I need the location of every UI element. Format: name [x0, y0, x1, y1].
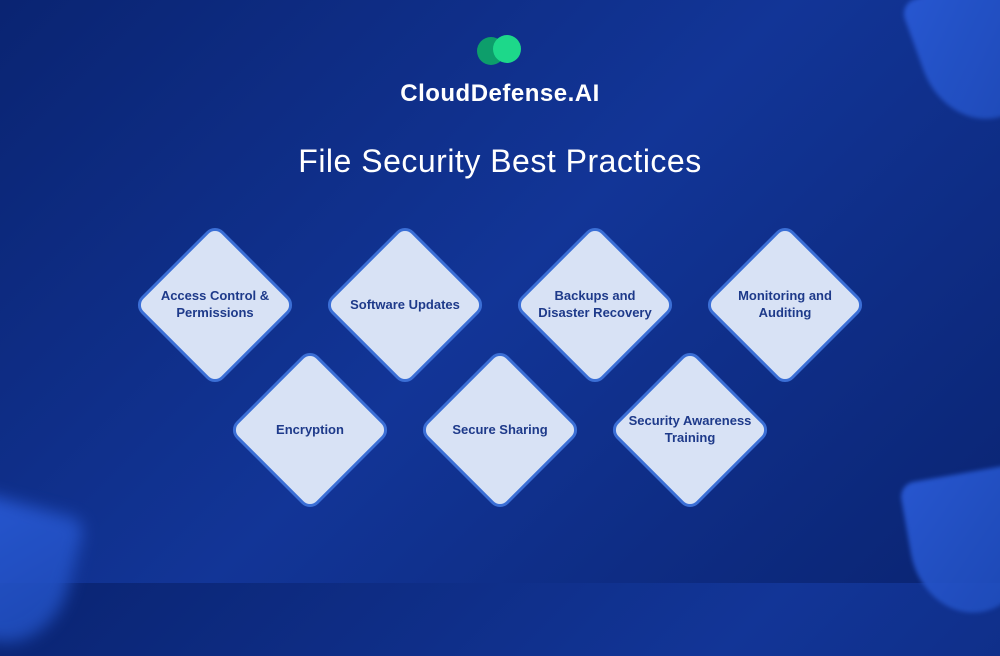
practice-item-encryption: Encryption: [230, 350, 390, 510]
page-title: File Security Best Practices: [0, 143, 1000, 180]
shield-decoration-bottom-left: [0, 490, 86, 656]
practice-label: Encryption: [276, 422, 344, 439]
practice-label: Software Updates: [350, 297, 460, 314]
practice-label: Access Control & Permissions: [150, 288, 280, 322]
brand-logo-icon: [475, 35, 525, 67]
practice-label: Backups and Disaster Recovery: [530, 288, 660, 322]
practice-item-security-training: Security Awareness Training: [610, 350, 770, 510]
practice-label: Secure Sharing: [452, 422, 547, 439]
brand-name: CloudDefense.AI: [0, 80, 1000, 108]
header: CloudDefense.AI: [0, 0, 1000, 108]
practice-label: Security Awareness Training: [625, 413, 755, 447]
diagram-row-2: Encryption Secure Sharing Security Aware…: [0, 350, 1000, 510]
practice-label: Monitoring and Auditing: [720, 288, 850, 322]
diagram-container: Access Control & Permissions Software Up…: [0, 225, 1000, 510]
practice-item-secure-sharing: Secure Sharing: [420, 350, 580, 510]
